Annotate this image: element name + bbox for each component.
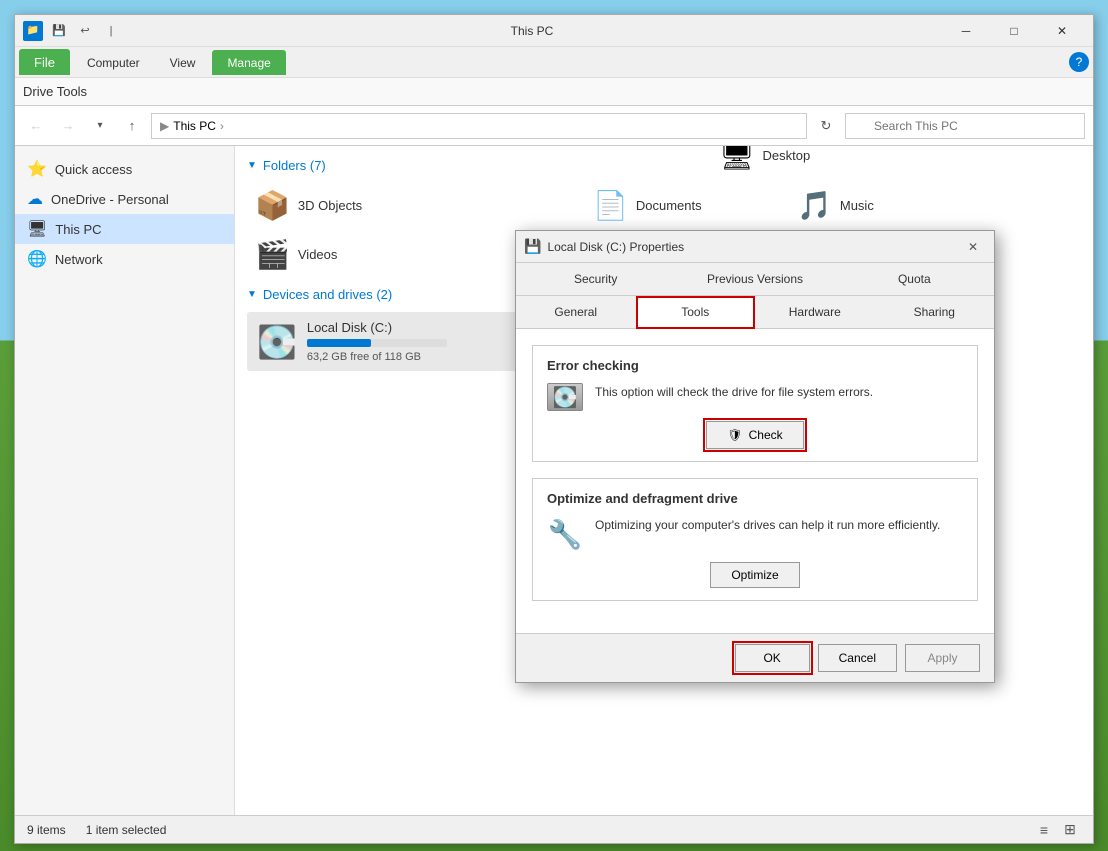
error-checking-title: Error checking [547, 358, 963, 373]
tab-sharing[interactable]: Sharing [875, 296, 995, 328]
optimize-section: Optimize and defragment drive 🔧 Optimizi… [532, 478, 978, 601]
tab-quota[interactable]: Quota [835, 263, 994, 295]
tab-security[interactable]: Security [516, 263, 675, 295]
cancel-button[interactable]: Cancel [818, 644, 897, 672]
shield-icon: 🛡 [727, 428, 742, 442]
dialog-title: Local Disk (C:) Properties [547, 240, 960, 254]
properties-dialog: 💾 Local Disk (C:) Properties ✕ Security … [515, 230, 995, 683]
optimize-row: 🔧 Optimizing your computer's drives can … [547, 516, 963, 552]
tab-previous-versions[interactable]: Previous Versions [675, 263, 834, 295]
check-button[interactable]: 🛡 Check [706, 421, 803, 449]
ok-button[interactable]: OK [735, 644, 810, 672]
tab-hardware[interactable]: Hardware [755, 296, 875, 328]
disk-icon: 💽 [547, 383, 583, 411]
optimize-icon: 🔧 [547, 516, 583, 552]
error-checking-section: Error checking 💽 This option will check … [532, 345, 978, 462]
optimize-description: Optimizing your computer's drives can he… [595, 516, 940, 534]
dialog-title-bar: 💾 Local Disk (C:) Properties ✕ [516, 231, 994, 263]
dialog-tabs-row1: Security Previous Versions Quota [516, 263, 994, 296]
error-checking-row: 💽 This option will check the drive for f… [547, 383, 963, 411]
tab-general[interactable]: General [516, 296, 636, 328]
optimize-title: Optimize and defragment drive [547, 491, 963, 506]
dialog-overlay: 💾 Local Disk (C:) Properties ✕ Security … [0, 0, 1108, 851]
dialog-app-icon: 💾 [524, 238, 541, 255]
optimize-button[interactable]: Optimize [710, 562, 799, 588]
tab-tools[interactable]: Tools [636, 296, 756, 329]
dialog-footer: OK Cancel Apply [516, 633, 994, 682]
apply-button[interactable]: Apply [905, 644, 980, 672]
dialog-close-button[interactable]: ✕ [960, 236, 986, 258]
error-checking-description: This option will check the drive for fil… [595, 383, 873, 401]
dialog-body: Error checking 💽 This option will check … [516, 329, 994, 633]
dialog-tabs-row2: General Tools Hardware Sharing [516, 296, 994, 329]
